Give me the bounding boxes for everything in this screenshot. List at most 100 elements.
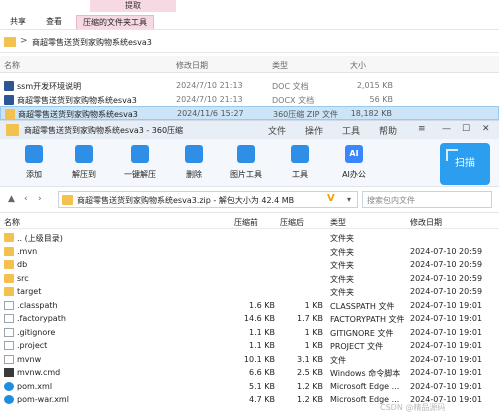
zip-entry-row[interactable]: .classpath 1.6 KB 1 KB CLASSPATH 文件 2024-07-… [0, 299, 499, 313]
folder-icon [4, 233, 14, 242]
zip-window-titlebar: 商超零售送货到家购物系统esva3 - 360压缩 文件 操作 工具 帮助 ≡ … [0, 121, 499, 139]
column-size[interactable]: 大小 [350, 60, 366, 71]
entry-modified: 2024-07-10 19:01 [410, 341, 483, 350]
zip-entry-row[interactable]: .project 1.1 KB 1 KB PROJECT 文件 2024-07-10 1… [0, 339, 499, 353]
zip-list-header: 名称 压缩前 压缩后 类型 修改日期 [0, 215, 499, 229]
file-name: ssm开发环境说明 [17, 82, 82, 91]
ai-office-label: AI办公 [342, 170, 366, 179]
file-icon [4, 354, 14, 364]
zip-entry-row[interactable]: .. (上级目录) 文件夹 [0, 231, 499, 245]
entry-type: PROJECT 文件 [330, 342, 384, 351]
one-click-extract-icon [131, 145, 149, 163]
up-arrow-icon[interactable]: ▲ [8, 194, 15, 204]
entry-type: 文件夹 [330, 247, 354, 257]
entry-modified: 2024-07-10 20:59 [410, 246, 483, 256]
word-icon [4, 81, 14, 91]
chevron-down-icon[interactable]: ▾ [347, 195, 351, 204]
file-row[interactable]: ssm开发环境说明 2024/7/10 21:13 DOC 文档 2,015 K… [0, 79, 499, 93]
breadcrumb-separator: > [20, 36, 28, 46]
file-icon [4, 341, 14, 350]
extract-to-label: 解压到 [72, 170, 96, 179]
column-type[interactable]: 类型 [330, 217, 346, 228]
menu-operate[interactable]: 操作 [305, 124, 323, 137]
zip-toolbar: 添加 解压到 一键解压 删除 图片工具 工具 AI AI办公 扫描 [0, 139, 499, 187]
image-tool-button[interactable]: 图片工具 [222, 145, 270, 180]
extract-to-button[interactable]: 解压到 [60, 145, 108, 180]
file-row[interactable]: 商超零售送货到家购物系统esva3 2024/7/10 21:13 DOCX 文… [0, 93, 499, 107]
entry-unpacked: 2.5 KB [297, 368, 323, 377]
entry-unpacked: 1.2 KB [297, 395, 323, 404]
file-size: 56 KB [369, 95, 393, 104]
forward-arrow-icon[interactable]: › [38, 194, 42, 204]
minimize-icon[interactable]: — [442, 124, 451, 134]
entry-type: 文件夹 [330, 234, 354, 243]
tools-button[interactable]: 工具 [276, 145, 324, 180]
ribbon-tab-view[interactable]: 查看 [40, 15, 68, 29]
add-icon [25, 145, 43, 163]
entry-type: 文件 [330, 355, 346, 365]
column-modified[interactable]: 修改日期 [410, 217, 442, 228]
file-row-selected[interactable]: 商超零售送货到家购物系统esva3 2024/11/6 15:27 360压缩 … [0, 106, 499, 120]
zip-entry-row[interactable]: .gitignore 1.1 KB 1 KB GITIGNORE 文件 2024-07-… [0, 326, 499, 340]
entry-modified: 2024-07-10 19:01 [410, 300, 483, 310]
entry-type: Microsoft Edge ... [330, 381, 400, 391]
zip-entry-row[interactable]: .mvn 文件夹 2024-07-10 20:59 [0, 245, 499, 259]
column-unpacked[interactable]: 压缩后 [280, 217, 304, 228]
back-arrow-icon[interactable]: ‹ [24, 194, 28, 204]
add-button[interactable]: 添加 [10, 145, 58, 180]
zip-path-text: 商超零售送货到家购物系统esva3.zip - 解包大小为 42.4 MB [77, 196, 295, 205]
add-label: 添加 [26, 170, 42, 179]
folder-icon [4, 287, 14, 296]
file-name: 商超零售送货到家购物系统esva3 [18, 110, 138, 119]
zip-nav-bar: ▲ ‹ › 商超零售送货到家购物系统esva3.zip - 解包大小为 42.4… [0, 187, 499, 213]
entry-type: CLASSPATH 文件 [330, 301, 395, 311]
zip-entry-row[interactable]: target 文件夹 2024-07-10 20:59 [0, 285, 499, 299]
ribbon-tab-compressed-folder-tools[interactable]: 压缩的文件夹工具 [76, 15, 154, 29]
menu-tools[interactable]: 工具 [342, 124, 360, 137]
zip-logo-icon [6, 124, 19, 136]
ai-office-button[interactable]: AI AI办公 [330, 145, 378, 180]
column-date[interactable]: 修改日期 [176, 60, 208, 71]
entry-type: 文件夹 [330, 261, 354, 270]
one-click-extract-button[interactable]: 一键解压 [116, 145, 164, 180]
zip-entry-row[interactable]: mvnw.cmd 6.6 KB 2.5 KB Windows 命令脚本 2024-07-… [0, 366, 499, 380]
entry-packed: 5.1 KB [249, 381, 275, 391]
column-name[interactable]: 名称 [4, 217, 20, 228]
column-packed[interactable]: 压缩前 [234, 217, 258, 228]
entry-unpacked: 1.2 KB [297, 381, 323, 391]
column-type[interactable]: 类型 [272, 60, 288, 71]
search-input[interactable]: 搜索包内文件 [362, 191, 492, 208]
file-icon [4, 314, 14, 323]
delete-button[interactable]: 删除 [170, 145, 218, 180]
entry-modified: 2024-07-10 20:59 [410, 273, 483, 283]
zip-entry-row[interactable]: pom.xml 5.1 KB 1.2 KB Microsoft Edge ... 202… [0, 380, 499, 394]
edge-icon [4, 395, 14, 404]
entry-packed: 4.7 KB [249, 395, 275, 404]
zip-entry-row[interactable]: mvnw 10.1 KB 3.1 KB 文件 2024-07-10 19:01 [0, 353, 499, 367]
menu-help[interactable]: 帮助 [379, 124, 397, 137]
zip-entry-row[interactable]: .factorypath 14.6 KB 1.7 KB FACTORYPATH 文件 2… [0, 312, 499, 326]
ribbon-context-tab-extract[interactable]: 提取 [90, 0, 176, 12]
zip-icon [62, 195, 73, 205]
zip-entry-row[interactable]: db 文件夹 2024-07-10 20:59 [0, 258, 499, 272]
zip-entry-row[interactable]: src 文件夹 2024-07-10 20:59 [0, 272, 499, 286]
entry-packed: 1.1 KB [249, 327, 275, 337]
entry-modified: 2024-07-10 19:01 [410, 381, 483, 391]
ai-office-icon: AI [345, 145, 363, 163]
scan-button[interactable]: 扫描 [440, 143, 490, 185]
ribbon-tab-share[interactable]: 共享 [4, 15, 32, 29]
column-name[interactable]: 名称 [4, 60, 20, 71]
address-bar[interactable]: > 商超零售送货到家购物系统esva3 [0, 33, 499, 53]
zip-window: 商超零售送货到家购物系统esva3 - 360压缩 文件 操作 工具 帮助 ≡ … [0, 120, 499, 417]
breadcrumb-path[interactable]: 商超零售送货到家购物系统esva3 [32, 37, 152, 48]
entry-unpacked: 3.1 KB [297, 354, 323, 364]
zip-window-title: 商超零售送货到家购物系统esva3 - 360压缩 [24, 126, 184, 135]
menu-file[interactable]: 文件 [268, 124, 286, 137]
maximize-icon[interactable]: ☐ [462, 124, 470, 134]
entry-name: .mvn [17, 246, 38, 256]
zip-path-box[interactable]: 商超零售送货到家购物系统esva3.zip - 解包大小为 42.4 MB V … [58, 191, 358, 208]
entry-name: .. (上级目录) [17, 234, 63, 243]
file-date: 2024/11/6 15:27 [177, 109, 244, 118]
menu-icon[interactable]: ≡ [418, 124, 426, 134]
close-icon[interactable]: ✕ [482, 124, 490, 134]
